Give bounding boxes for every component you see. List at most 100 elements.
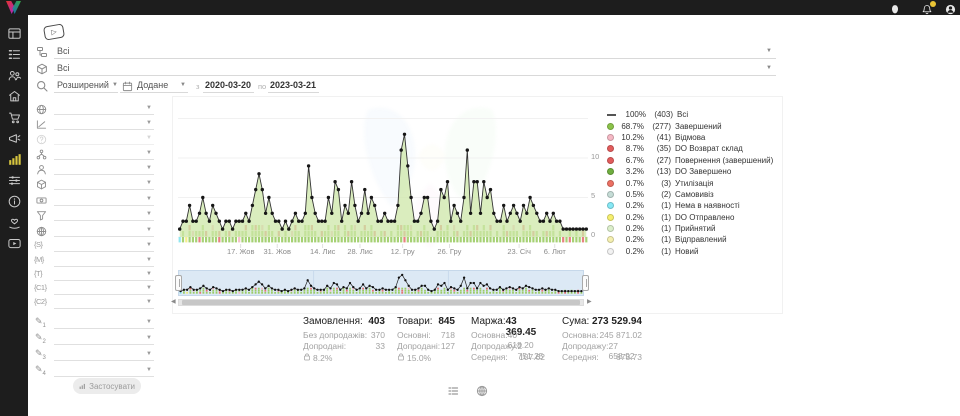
filter-row: ▼ (28, 117, 168, 131)
date-field-select[interactable]: Додане (137, 80, 168, 90)
chevron-down-icon[interactable]: ▼ (112, 82, 118, 88)
horizontal-scrollbar[interactable] (178, 299, 584, 306)
legend-item[interactable]: 3.2%(13)DO Завершено (607, 166, 779, 177)
legend-item[interactable]: 6.7%(27)Повернення (завершений) (607, 155, 779, 166)
chevron-down-icon[interactable]: ▼ (146, 227, 152, 233)
video-icon[interactable] (7, 236, 22, 251)
legend-item[interactable]: 100%(403)Всі (607, 109, 779, 120)
filter-input[interactable] (54, 144, 154, 145)
scroll-right-arrow[interactable]: ▶ (587, 299, 592, 306)
chevron-down-icon[interactable]: ▼ (146, 150, 152, 156)
chevron-down-icon[interactable]: ▼ (180, 82, 186, 88)
globe-view-icon[interactable] (476, 384, 488, 396)
chevron-down-icon[interactable]: ▼ (146, 335, 152, 341)
stat-subrow: Основна:40 618.20 (471, 330, 545, 341)
chevron-down-icon[interactable]: ▼ (146, 120, 152, 126)
filter-input[interactable] (54, 205, 154, 206)
x-axis-labels: 17. Жов31. Жов14. Лис28. Лис12. Гру26. Г… (178, 247, 588, 257)
filter-input[interactable] (54, 266, 154, 267)
filter-input[interactable] (54, 189, 154, 190)
chevron-down-icon[interactable]: ▼ (146, 165, 152, 171)
date-field-underline[interactable] (120, 92, 188, 93)
filter-row: ✎2▼ (28, 332, 168, 346)
stat-header: Сума:273 529.94 (562, 316, 642, 330)
filter-input[interactable] (54, 236, 154, 237)
chevron-down-icon[interactable]: ▼ (146, 367, 152, 373)
chevron-down-icon[interactable]: ▼ (146, 242, 152, 248)
chevron-down-icon[interactable]: ▼ (146, 271, 152, 277)
video-hint-icon[interactable]: ▷ (43, 23, 65, 40)
legend-item[interactable]: 10.2%(41)Відмова (607, 132, 779, 143)
legend-count: (27) (644, 156, 671, 165)
app-logo-icon[interactable] (5, 0, 22, 20)
scroll-left-arrow[interactable]: ◀ (171, 299, 176, 306)
dashboard-icon[interactable] (7, 26, 22, 41)
store-icon[interactable] (7, 89, 22, 104)
filter-input[interactable] (54, 344, 154, 345)
chevron-down-icon[interactable]: ▼ (146, 105, 152, 111)
date-to-underline[interactable] (268, 92, 319, 93)
list-view-icon[interactable] (447, 384, 459, 396)
profile-icon[interactable] (890, 2, 900, 20)
support-icon[interactable] (7, 215, 22, 230)
chevron-down-icon[interactable]: ▼ (766, 65, 772, 71)
analytics-icon[interactable] (7, 152, 22, 167)
chevron-down-icon[interactable]: ▼ (146, 135, 152, 141)
scrollbar-thumb[interactable] (182, 300, 580, 305)
filter-input[interactable] (54, 376, 154, 377)
chevron-down-icon[interactable]: ▼ (146, 257, 152, 263)
chevron-down-icon[interactable]: ▼ (146, 285, 152, 291)
main-chart[interactable] (178, 100, 588, 250)
search-mode-underline[interactable] (54, 92, 118, 93)
filter-input[interactable] (54, 220, 154, 221)
legend-item[interactable]: 0.2%(1)Нема в наявності (607, 200, 779, 211)
chart-navigator[interactable] (178, 270, 584, 296)
filter-input[interactable] (54, 280, 154, 281)
filter-input[interactable] (54, 294, 154, 295)
legend-item[interactable]: 0.2%(1)DO Отправлено (607, 212, 779, 223)
avatar-icon[interactable] (945, 2, 956, 20)
date-to-input[interactable]: 2023-03-21 (270, 80, 316, 90)
legend-item[interactable]: 0.7%(3)Утилізація (607, 177, 779, 188)
cart-icon[interactable] (7, 110, 22, 125)
filter-input[interactable] (54, 129, 154, 130)
filter-input[interactable] (54, 308, 154, 309)
clients-icon[interactable] (7, 68, 22, 83)
chevron-down-icon[interactable]: ▼ (146, 211, 152, 217)
date-from-underline[interactable] (203, 92, 254, 93)
legend-item[interactable]: 0.5%(2)Самовивіз (607, 189, 779, 200)
legend-item[interactable]: 0.2%(1)Відправлений (607, 234, 779, 245)
chevron-down-icon[interactable]: ▼ (146, 351, 152, 357)
apply-button[interactable]: Застосувати (73, 378, 141, 394)
filter-input[interactable] (54, 360, 154, 361)
date-from-input[interactable]: 2020-03-20 (205, 80, 251, 90)
status-filter-value[interactable]: Всі (57, 46, 70, 56)
filter-input[interactable] (54, 174, 154, 175)
legend-item[interactable]: 68.7%(277)Завершений (607, 120, 779, 131)
info-icon[interactable] (7, 194, 22, 209)
filter-input[interactable] (54, 328, 154, 329)
navigator-left-handle[interactable] (175, 275, 182, 291)
chevron-down-icon[interactable]: ▼ (146, 180, 152, 186)
settings-icon[interactable] (7, 173, 22, 188)
legend-item[interactable]: 0.2%(1)Новий (607, 246, 779, 257)
navigator-right-handle[interactable] (582, 275, 589, 291)
filter-row: ▼ (28, 132, 168, 146)
filter-input[interactable] (54, 159, 154, 160)
chevron-down-icon[interactable]: ▼ (146, 299, 152, 305)
product-filter-value[interactable]: Всі (57, 63, 70, 73)
product-filter-underline[interactable] (54, 75, 776, 76)
legend-item[interactable]: 0.2%(1)Прийнятий (607, 223, 779, 234)
chevron-down-icon[interactable]: ▼ (766, 48, 772, 54)
chevron-down-icon[interactable]: ▼ (146, 319, 152, 325)
search-mode-select[interactable]: Розширений (57, 80, 109, 90)
marketing-icon[interactable] (7, 131, 22, 146)
legend-item[interactable]: 8.7%(35)DO Возврат склад (607, 143, 779, 154)
filter-input[interactable] (54, 251, 154, 252)
orders-icon[interactable] (7, 47, 22, 62)
chevron-down-icon[interactable]: ▼ (146, 196, 152, 202)
legend-label: Відправлений (675, 235, 727, 244)
filter-input[interactable] (54, 114, 154, 115)
legend-count: (403) (646, 110, 673, 119)
status-filter-underline[interactable] (54, 58, 776, 59)
